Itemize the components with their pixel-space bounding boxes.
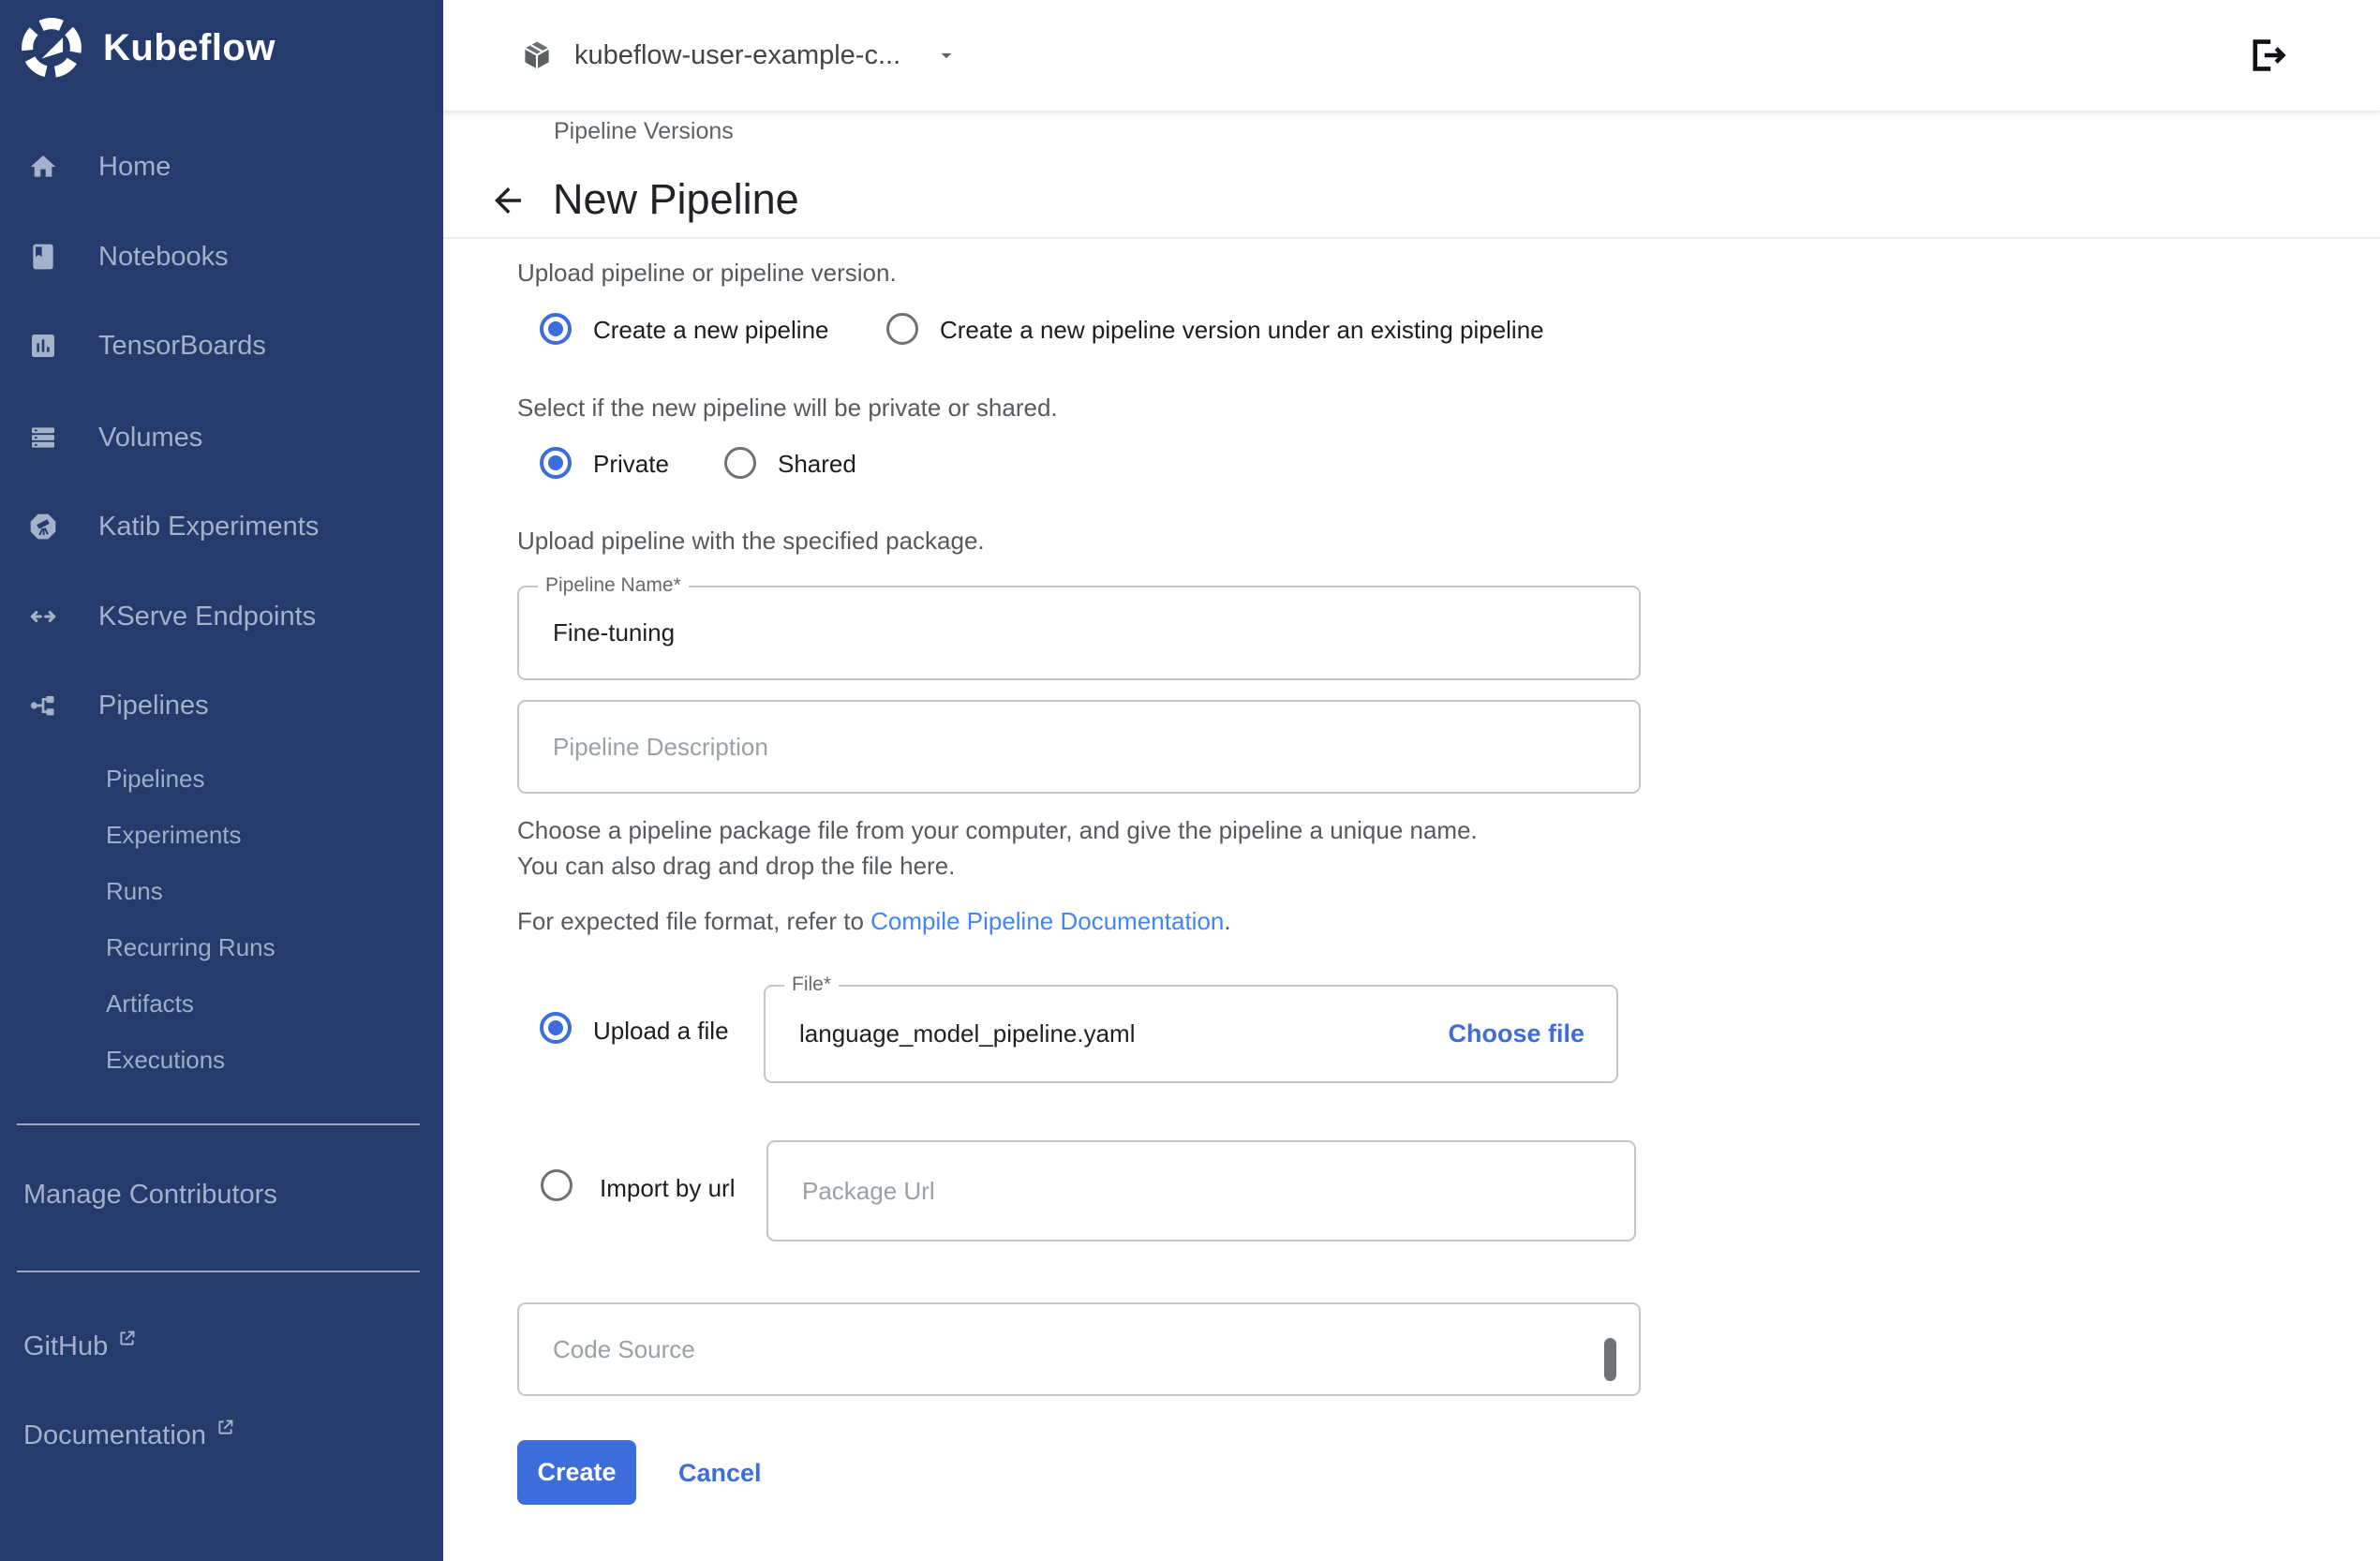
sidebar-subitem-label: Experiments (106, 821, 242, 850)
external-link-icon (216, 1418, 235, 1437)
logout-icon[interactable] (2245, 33, 2290, 78)
radio-label-import-by-url[interactable]: Import by url (600, 1173, 736, 1203)
katib-telescope-icon (28, 512, 58, 542)
pipeline-name-field: Pipeline Name* (517, 586, 1641, 680)
sidebar: Kubeflow Home Notebooks TensorBoards (0, 0, 443, 1561)
radio-label-create-pipeline-version[interactable]: Create a new pipeline version under an e… (940, 315, 1544, 345)
pipeline-description-input[interactable] (519, 702, 1639, 792)
upload-type-prompt: Upload pipeline or pipeline version. (517, 259, 897, 288)
sidebar-item-katib-experiments[interactable]: Katib Experiments (0, 504, 443, 549)
sidebar-subitem-label: Executions (106, 1046, 225, 1075)
sidebar-item-label: KServe Endpoints (98, 602, 316, 632)
sidebar-link-github[interactable]: GitHub (0, 1326, 443, 1367)
sidebar-item-label: Home (98, 152, 171, 183)
sidebar-item-label: TensorBoards (98, 331, 266, 362)
pipeline-description-field (517, 700, 1641, 794)
page-title: New Pipeline (553, 175, 799, 224)
visibility-prompt: Select if the new pipeline will be priva… (517, 394, 1058, 423)
file-field: File* Choose file (764, 985, 1618, 1083)
header-separator (443, 237, 2380, 239)
sidebar-divider (17, 1123, 420, 1125)
sidebar-subitem-label: Recurring Runs (106, 933, 275, 962)
package-url-field (766, 1140, 1636, 1241)
logo-text: Kubeflow (103, 27, 275, 69)
home-icon (28, 152, 58, 182)
code-source-input[interactable] (519, 1304, 1639, 1394)
sidebar-subitem-recurring-runs[interactable]: Recurring Runs (0, 929, 443, 966)
code-source-field (517, 1302, 1641, 1396)
cancel-button[interactable]: Cancel (673, 1458, 767, 1489)
radio-label-upload-a-file[interactable]: Upload a file (593, 1016, 729, 1046)
format-help-prefix: For expected file format, refer to (517, 907, 870, 935)
package-url-input[interactable] (768, 1142, 1634, 1240)
topbar: kubeflow-user-example-c... (443, 0, 2380, 112)
documentation-link-label: Documentation (23, 1420, 206, 1451)
sidebar-subitem-pipelines[interactable]: Pipelines (0, 760, 443, 797)
pipelines-icon (28, 691, 58, 721)
choose-file-button[interactable]: Choose file (1442, 987, 1590, 1081)
kubeflow-new-pipeline-page: Kubeflow Home Notebooks TensorBoards (0, 0, 2380, 1561)
sidebar-subitem-experiments[interactable]: Experiments (0, 816, 443, 854)
storage-icon (28, 423, 58, 453)
file-help-line1: Choose a pipeline package file from your… (517, 816, 1478, 845)
external-link-icon (117, 1329, 137, 1348)
radio-label-create-new-pipeline[interactable]: Create a new pipeline (593, 315, 829, 345)
radio-shared[interactable] (724, 447, 756, 479)
sidebar-divider (17, 1271, 420, 1272)
sidebar-item-label: Katib Experiments (98, 512, 319, 543)
radio-private[interactable] (540, 447, 572, 479)
kubeflow-logo[interactable]: Kubeflow (21, 17, 275, 79)
kubeflow-logo-icon (21, 17, 82, 79)
sidebar-item-manage-contributors[interactable]: Manage Contributors (0, 1174, 443, 1215)
notebook-icon (28, 242, 58, 272)
radio-create-new-pipeline[interactable] (540, 313, 572, 345)
chevron-down-icon (934, 43, 959, 67)
sidebar-subitem-label: Runs (106, 877, 163, 906)
sidebar-item-home[interactable]: Home (0, 144, 443, 189)
github-link-label: GitHub (23, 1331, 108, 1362)
create-button[interactable]: Create (517, 1440, 636, 1505)
sidebar-item-label: Pipelines (98, 691, 209, 721)
radio-create-pipeline-version[interactable] (886, 313, 918, 345)
radio-label-private[interactable]: Private (593, 449, 669, 479)
pipeline-name-input[interactable] (519, 587, 1639, 678)
sidebar-subitem-label: Pipelines (106, 765, 205, 794)
sidebar-item-notebooks[interactable]: Notebooks (0, 234, 443, 279)
format-help-line: For expected file format, refer to Compi… (517, 907, 1231, 936)
code-arrows-icon (28, 602, 58, 632)
sidebar-subitem-label: Artifacts (106, 989, 194, 1018)
sidebar-item-volumes[interactable]: Volumes (0, 415, 443, 460)
sidebar-item-label: Notebooks (98, 242, 229, 273)
file-help-line2: You can also drag and drop the file here… (517, 852, 955, 881)
format-help-suffix: . (1224, 907, 1230, 935)
sidebar-subitem-artifacts[interactable]: Artifacts (0, 985, 443, 1022)
sidebar-item-pipelines[interactable]: Pipelines (0, 683, 443, 728)
sidebar-item-label: Volumes (98, 423, 202, 453)
sidebar-link-documentation[interactable]: Documentation (0, 1415, 443, 1456)
breadcrumb-pipeline-versions[interactable]: Pipeline Versions (554, 118, 734, 145)
sidebar-subitem-executions[interactable]: Executions (0, 1041, 443, 1078)
namespace-value: kubeflow-user-example-c... (574, 40, 900, 71)
namespace-cube-icon (520, 38, 554, 72)
sidebar-item-kserve-endpoints[interactable]: KServe Endpoints (0, 594, 443, 639)
radio-import-by-url[interactable] (541, 1169, 573, 1201)
sidebar-subitem-runs[interactable]: Runs (0, 872, 443, 910)
package-prompt: Upload pipeline with the specified packa… (517, 527, 985, 556)
namespace-selector[interactable]: kubeflow-user-example-c... (520, 0, 959, 111)
radio-label-shared[interactable]: Shared (778, 449, 856, 479)
back-arrow-icon[interactable] (488, 181, 528, 220)
sidebar-item-tensorboards[interactable]: TensorBoards (0, 323, 443, 368)
bar-chart-icon (28, 331, 58, 361)
code-source-scrollbar-thumb[interactable] (1604, 1338, 1616, 1381)
radio-upload-a-file[interactable] (540, 1012, 572, 1044)
manage-contributors-label: Manage Contributors (23, 1180, 277, 1211)
compile-pipeline-documentation-link[interactable]: Compile Pipeline Documentation (870, 907, 1224, 935)
